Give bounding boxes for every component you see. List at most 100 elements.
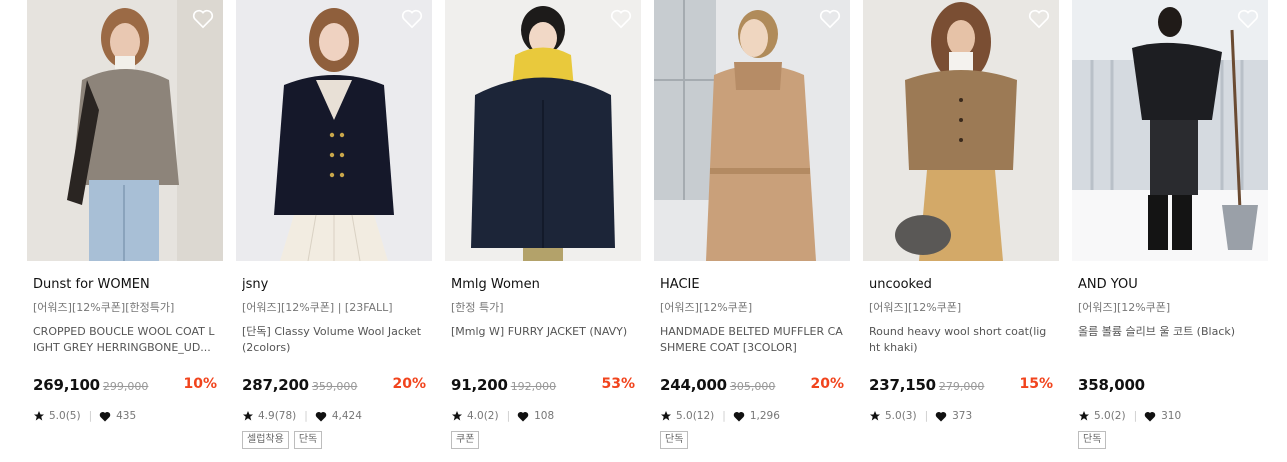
badge-list: 셀럽착용 단독 — [242, 431, 426, 449]
discount-rate: 20% — [392, 376, 426, 392]
sale-price: 237,150 — [869, 376, 936, 394]
discount-rate: 20% — [810, 376, 844, 392]
product-card[interactable]: AND YOU [어워즈][12%쿠폰] 올름 볼륨 슬리브 울 코트 (Bla… — [1072, 0, 1268, 462]
heart-filled-icon — [733, 411, 745, 421]
sale-price: 91,200 — [451, 376, 508, 394]
promo-tags: [어워즈][12%쿠폰] | [23FALL] — [242, 301, 393, 314]
review-meta: 5.0(3) | 373 — [869, 408, 1053, 424]
product-card[interactable]: uncooked [어워즈][12%쿠폰] Round heavy wool s… — [863, 0, 1059, 462]
price-row: 358,000 — [1078, 375, 1262, 397]
badge-exclusive: 단독 — [1078, 431, 1107, 449]
price-row: 91,200 192,000 53% — [451, 375, 635, 397]
product-image[interactable] — [27, 0, 223, 261]
product-name[interactable]: [Mmlg W] FURRY JACKET (NAVY) — [451, 324, 635, 356]
product-name[interactable]: Round heavy wool short coat(light khaki) — [869, 324, 1053, 356]
rating-text: 5.0(3) — [885, 410, 917, 422]
badge-celeb: 셀럽착용 — [242, 431, 289, 449]
product-photo — [654, 0, 850, 261]
product-photo — [1072, 0, 1268, 261]
badge-exclusive: 단독 — [293, 431, 323, 449]
heart-outline-icon[interactable] — [610, 9, 632, 29]
review-meta: 5.0(2) | 310 — [1078, 408, 1262, 424]
star-icon — [452, 411, 462, 421]
like-count: 373 — [952, 410, 973, 422]
divider: | — [88, 410, 93, 422]
promo-tags: [어워즈][12%쿠폰] — [1078, 301, 1171, 314]
heart-outline-icon[interactable] — [819, 9, 841, 29]
discount-rate: 10% — [183, 376, 217, 392]
product-photo — [863, 0, 1059, 261]
sale-price: 358,000 — [1078, 376, 1145, 394]
star-icon — [34, 411, 44, 421]
product-image[interactable] — [1072, 0, 1268, 261]
divider: | — [722, 410, 726, 422]
star-icon — [243, 411, 253, 421]
review-meta: 4.9(78) | 4,424 — [242, 408, 426, 424]
original-price: 192,000 — [510, 380, 557, 393]
like-count: 435 — [116, 410, 137, 422]
product-photo — [236, 0, 432, 261]
promo-tags: [어워즈][12%쿠폰] — [660, 301, 753, 314]
sale-price: 244,000 — [660, 376, 727, 394]
heart-outline-icon[interactable] — [1237, 9, 1259, 29]
heart-outline-icon[interactable] — [401, 9, 423, 29]
product-card[interactable]: Dunst for WOMEN [어워즈][12%쿠폰][한정특가] CROPP… — [27, 0, 223, 462]
price-row: 244,000 305,000 20% — [660, 375, 844, 397]
product-card[interactable]: jsny [어워즈][12%쿠폰] | [23FALL] [단독] Classy… — [236, 0, 432, 462]
product-image[interactable] — [654, 0, 850, 261]
heart-filled-icon — [99, 411, 111, 421]
rating-text: 4.9(78) — [258, 410, 297, 422]
rating-text: 5.0(2) — [1094, 410, 1126, 422]
badge-list: 단독 — [1078, 431, 1262, 449]
product-image[interactable] — [445, 0, 641, 261]
review-meta: 5.0(5) | 435 — [33, 408, 217, 424]
rating-text: 5.0(12) — [676, 410, 715, 422]
heart-filled-icon — [935, 411, 947, 421]
promo-tags: [어워즈][12%쿠폰] — [869, 301, 962, 314]
heart-filled-icon — [1144, 411, 1156, 421]
brand-name[interactable]: AND YOU — [1078, 276, 1262, 294]
like-count: 4,424 — [331, 410, 362, 422]
original-price: 299,000 — [102, 380, 149, 393]
original-price: 305,000 — [729, 380, 776, 393]
badge-exclusive: 단독 — [660, 431, 689, 449]
sale-price: 287,200 — [242, 376, 309, 394]
brand-name[interactable]: uncooked — [869, 276, 1053, 294]
divider: | — [506, 410, 511, 422]
product-image[interactable] — [236, 0, 432, 261]
product-image[interactable] — [863, 0, 1059, 261]
brand-name[interactable]: Dunst for WOMEN — [33, 276, 217, 294]
price-row: 287,200 359,000 20% — [242, 375, 426, 397]
star-icon — [661, 411, 671, 421]
review-meta: 5.0(12) | 1,296 — [660, 408, 844, 424]
rating-text: 5.0(5) — [49, 410, 81, 422]
rating-text: 4.0(2) — [467, 410, 499, 422]
like-count: 108 — [534, 410, 555, 422]
badge-list: 단독 — [660, 431, 844, 449]
divider: | — [304, 410, 308, 422]
price-row: 269,100 299,000 10% — [33, 375, 217, 397]
original-price: 279,000 — [938, 380, 985, 393]
product-name[interactable]: CROPPED BOUCLE WOOL COAT LIGHT GREY HERR… — [33, 324, 217, 356]
product-name[interactable]: 올름 볼륨 슬리브 울 코트 (Black) — [1078, 324, 1262, 356]
product-photo — [445, 0, 641, 261]
badge-list: 쿠폰 — [451, 431, 635, 449]
product-card[interactable]: HACIE [어워즈][12%쿠폰] HANDMADE BELTED MUFFL… — [654, 0, 850, 462]
discount-rate: 15% — [1019, 376, 1053, 392]
brand-name[interactable]: Mmlg Women — [451, 276, 635, 294]
divider: | — [1133, 410, 1138, 422]
heart-outline-icon[interactable] — [1028, 9, 1050, 29]
review-meta: 4.0(2) | 108 — [451, 408, 635, 424]
discount-rate: 53% — [601, 376, 635, 392]
product-photo — [27, 0, 223, 261]
product-name[interactable]: HANDMADE BELTED MUFFLER CASHMERE COAT [3… — [660, 324, 844, 356]
product-name[interactable]: [단독] Classy Volume Wool Jacket (2colors) — [242, 324, 426, 356]
heart-filled-icon — [315, 411, 327, 421]
heart-filled-icon — [517, 411, 529, 421]
like-count: 1,296 — [749, 410, 780, 422]
heart-outline-icon[interactable] — [192, 9, 214, 29]
brand-name[interactable]: jsny — [242, 276, 426, 294]
brand-name[interactable]: HACIE — [660, 276, 844, 294]
product-card[interactable]: Mmlg Women [한정 특가] [Mmlg W] FURRY JACKET… — [445, 0, 641, 462]
original-price: 359,000 — [311, 380, 358, 393]
